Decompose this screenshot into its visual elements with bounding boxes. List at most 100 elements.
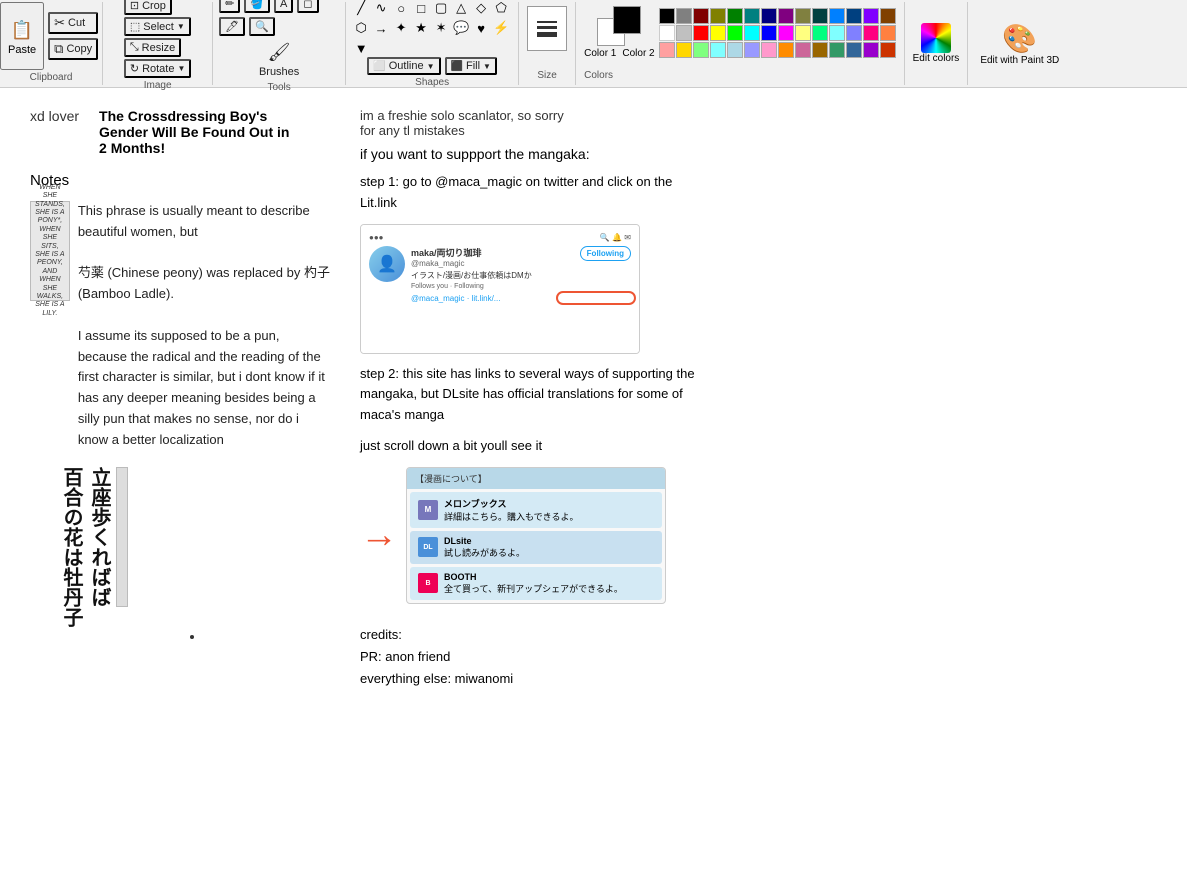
callout-shape[interactable]: 💬: [452, 19, 470, 37]
color-navy[interactable]: [761, 8, 777, 24]
step2-item-melon: M メロンブックス 詳細はこちら。購入もできるよ。: [410, 492, 662, 528]
line-shape[interactable]: ╱: [352, 0, 370, 17]
color-silver[interactable]: [676, 25, 692, 41]
eraser-button[interactable]: ◻: [297, 0, 318, 13]
color-darkpink[interactable]: [795, 42, 811, 58]
twitter-avatar: 👤: [369, 246, 405, 282]
color-teal[interactable]: [744, 8, 760, 24]
color-orange[interactable]: [880, 25, 896, 41]
color-olive[interactable]: [710, 8, 726, 24]
star6-shape[interactable]: ✶: [432, 19, 450, 37]
color-lightblue[interactable]: [727, 42, 743, 58]
color-darkred[interactable]: [693, 8, 709, 24]
dlsite-desc: 試し読みがあるよ。: [444, 546, 525, 559]
color-blue[interactable]: [829, 8, 845, 24]
edit-colors-group[interactable]: Edit colors: [905, 2, 969, 85]
color-violet[interactable]: [863, 8, 879, 24]
color-lightcyan[interactable]: [829, 25, 845, 41]
copy-icon: ⧉: [54, 41, 63, 57]
color-lightpink[interactable]: [659, 42, 675, 58]
resize-button[interactable]: ⤡ Resize: [124, 38, 181, 57]
color-red[interactable]: [693, 25, 709, 41]
star4-shape[interactable]: ✦: [392, 19, 410, 37]
fill-button[interactable]: 🪣: [244, 0, 270, 13]
color-springgreen[interactable]: [812, 25, 828, 41]
arrow-shape[interactable]: →: [372, 19, 390, 37]
step2-text: step 2: this site has links to several w…: [360, 364, 700, 426]
color-lime[interactable]: [727, 25, 743, 41]
hex-shape[interactable]: ⬡: [352, 19, 370, 37]
twitter-links: @maca_magic · lit.link/...: [369, 294, 631, 303]
pencil-button[interactable]: ✏: [219, 0, 240, 13]
color-slateblue[interactable]: [846, 42, 862, 58]
color-hotpink[interactable]: [863, 25, 879, 41]
step3-text: just scroll down a bit youll see it: [360, 436, 1157, 457]
toolbar: 📋 Paste ✂ Cut ⧉ Copy Clipboard: [0, 0, 1187, 88]
note-text-main: This phrase is usually meant to describe…: [78, 201, 330, 451]
color-lightyellow[interactable]: [795, 25, 811, 41]
color-pinklavender[interactable]: [761, 42, 777, 58]
fill-shape-button[interactable]: ⬛ Fill ▼: [445, 57, 497, 75]
manga-title: The Crossdressing Boy's Gender Will Be F…: [99, 108, 299, 156]
clipboard-group: 📋 Paste ✂ Cut ⧉ Copy Clipboard: [0, 2, 103, 85]
color-black[interactable]: [659, 8, 675, 24]
color-gray[interactable]: [676, 8, 692, 24]
color-lightgreen[interactable]: [693, 42, 709, 58]
rainbow-icon: [921, 23, 951, 53]
tri-shape[interactable]: △: [452, 0, 470, 17]
oval-shape[interactable]: ○: [392, 0, 410, 17]
select-dropdown-icon: ▼: [177, 22, 185, 31]
paste-button[interactable]: 📋 Paste: [0, 2, 44, 70]
outline-button[interactable]: ⬜ Outline ▼: [367, 57, 440, 75]
vertical-text-row: 百合の花は牡丹子 立座歩くればば: [60, 467, 330, 627]
color-darkviolet[interactable]: [863, 42, 879, 58]
magnify-button[interactable]: 🔍: [249, 17, 275, 36]
melon-name: メロンブックス: [444, 497, 578, 510]
color-seafoam[interactable]: [829, 42, 845, 58]
color-darkorange[interactable]: [778, 42, 794, 58]
color-darkgold[interactable]: [812, 42, 828, 58]
crop-button[interactable]: ⊡ Crop: [124, 0, 172, 15]
color-gold[interactable]: [676, 42, 692, 58]
red-arrow: →: [360, 516, 398, 554]
main-content: xd lover The Crossdressing Boy's Gender …: [0, 88, 1187, 880]
size-selector[interactable]: [527, 6, 567, 51]
color-yellow[interactable]: [710, 25, 726, 41]
cut-button[interactable]: ✂ Cut: [48, 12, 98, 34]
color-brightblue[interactable]: [761, 25, 777, 41]
text-button[interactable]: A: [274, 0, 293, 13]
twitter-follow-button[interactable]: Following: [580, 246, 631, 261]
melon-desc: 詳細はこちら。購入もできるよ。: [444, 510, 578, 523]
brushes-button[interactable]: 🖌 Brushes: [255, 36, 303, 80]
color-cyan[interactable]: [744, 25, 760, 41]
fill-shape-icon: ⬛: [451, 61, 463, 72]
colorpick-button[interactable]: 🖊: [219, 17, 245, 36]
color-darkolive[interactable]: [795, 8, 811, 24]
curve-shape[interactable]: ∿: [372, 0, 390, 17]
rect-shape[interactable]: □: [412, 0, 430, 17]
color-lightcyan2[interactable]: [710, 42, 726, 58]
pent-shape[interactable]: ⬠: [492, 0, 510, 17]
select-button[interactable]: ⬚ Select ▼: [124, 17, 191, 36]
color-darkteal[interactable]: [812, 8, 828, 24]
color-darkred2[interactable]: [880, 42, 896, 58]
color-purple[interactable]: [778, 8, 794, 24]
diamond-shape[interactable]: ◇: [472, 0, 490, 17]
color1-swatch[interactable]: [613, 6, 641, 34]
color-darkgreen[interactable]: [727, 8, 743, 24]
color-darkblue[interactable]: [846, 8, 862, 24]
image-group: ⊡ Crop ⬚ Select ▼ ⤡ Resize ↻: [103, 2, 213, 85]
lightning-shape[interactable]: ⚡: [492, 19, 510, 37]
small-dot: [190, 635, 194, 639]
star5-shape[interactable]: ★: [412, 19, 430, 37]
color-white[interactable]: [659, 25, 675, 41]
color-lavender[interactable]: [744, 42, 760, 58]
color-periwinkle[interactable]: [846, 25, 862, 41]
copy-button[interactable]: ⧉ Copy: [48, 38, 98, 60]
edit-with-paint3d-group[interactable]: 🎨 Edit with Paint 3D: [968, 2, 1071, 85]
rotate-button[interactable]: ↻ Rotate ▼: [124, 59, 192, 78]
color-magenta[interactable]: [778, 25, 794, 41]
roundrect-shape[interactable]: ▢: [432, 0, 450, 17]
color-brown[interactable]: [880, 8, 896, 24]
heart-shape[interactable]: ♥: [472, 19, 490, 37]
